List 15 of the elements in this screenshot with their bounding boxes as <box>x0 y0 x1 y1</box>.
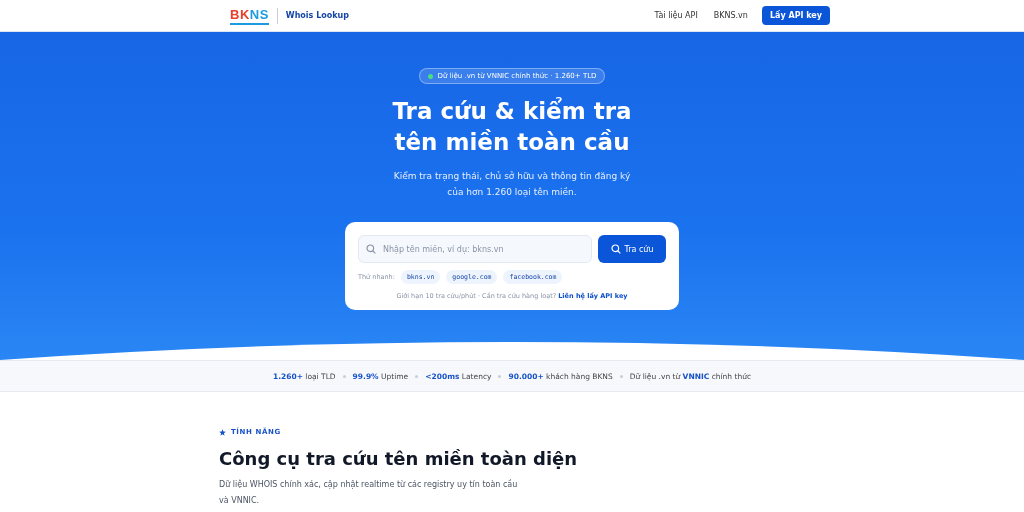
star-icon <box>219 428 226 436</box>
api-key-button[interactable]: Lấy API key <box>761 6 830 25</box>
status-dot <box>427 73 433 79</box>
domain-input[interactable]: Nhập tên miền, ví dụ: bkns.vn <box>358 235 592 263</box>
search-button[interactable]: Tra cứu <box>598 235 666 263</box>
nav-link[interactable]: BKNS.vn <box>713 11 748 20</box>
section-description: Dữ liệu WHOIS chính xác, cập nhật realtime từ các registry uy tín toàn cầu và VNNIC. <box>219 478 519 507</box>
search-icon <box>610 244 621 254</box>
search-icon <box>366 244 376 254</box>
hero-subtitle: Kiểm tra trạng thái, chủ sở hữu và thông tin đăng ký của hơn 1.260 loại tên miền. <box>393 170 631 199</box>
section-title: Công cụ tra cứu tên miền toàn diện <box>219 448 579 469</box>
hero-title: Tra cứu & kiểm tra tên miền toàn cầu <box>392 96 632 157</box>
nav-link[interactable]: Tài liệu API <box>654 11 698 20</box>
logo[interactable]: BKNS <box>230 6 269 25</box>
product-name: Whois Lookup <box>285 11 349 20</box>
